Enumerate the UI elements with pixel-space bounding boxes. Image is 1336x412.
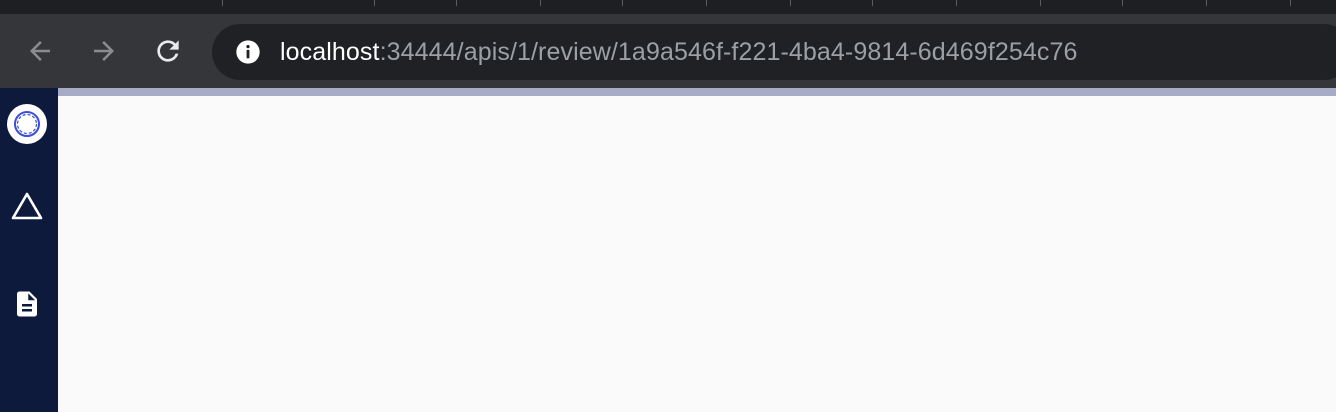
- tab-separator: [1122, 0, 1123, 6]
- info-icon[interactable]: [234, 38, 262, 66]
- tab-separator: [374, 0, 375, 6]
- arrow-right-icon: [94, 41, 114, 61]
- main-content: [58, 96, 1336, 412]
- tab-separator: [622, 0, 623, 6]
- sidebar-item-home[interactable]: [5, 102, 49, 146]
- loading-bar: [58, 88, 1336, 96]
- triangle-icon: [11, 192, 43, 220]
- tab-separator: [222, 0, 223, 6]
- tab-separator: [956, 0, 957, 6]
- tab-separator: [1290, 0, 1291, 6]
- url-path: :34444/apis/1/review/1a9a546f-f221-4ba4-…: [379, 38, 1078, 66]
- tab-separator: [540, 0, 541, 6]
- url-host: localhost: [280, 38, 380, 66]
- back-button[interactable]: [20, 31, 60, 71]
- tab-strip: [0, 0, 1336, 14]
- tab-separator: [456, 0, 457, 6]
- url-text[interactable]: localhost:34444/apis/1/review/1a9a546f-f…: [280, 38, 1077, 66]
- tab-separator: [706, 0, 707, 6]
- reload-button[interactable]: [148, 31, 188, 71]
- sidebar-item-alerts[interactable]: [5, 184, 49, 228]
- address-bar[interactable]: localhost:34444/apis/1/review/1a9a546f-f…: [212, 24, 1336, 80]
- app-sidebar: [0, 88, 58, 412]
- document-icon: [17, 291, 37, 317]
- forward-button[interactable]: [84, 31, 124, 71]
- logo-ring-icon: [7, 104, 47, 144]
- tab-separator: [1206, 0, 1207, 6]
- tab-separator: [872, 0, 873, 6]
- reload-icon: [157, 40, 179, 62]
- arrow-left-icon: [30, 41, 50, 61]
- sidebar-item-documents[interactable]: [5, 282, 49, 326]
- browser-toolbar: localhost:34444/apis/1/review/1a9a546f-f…: [0, 14, 1336, 88]
- tab-separator: [1040, 0, 1041, 6]
- tab-separator: [790, 0, 791, 6]
